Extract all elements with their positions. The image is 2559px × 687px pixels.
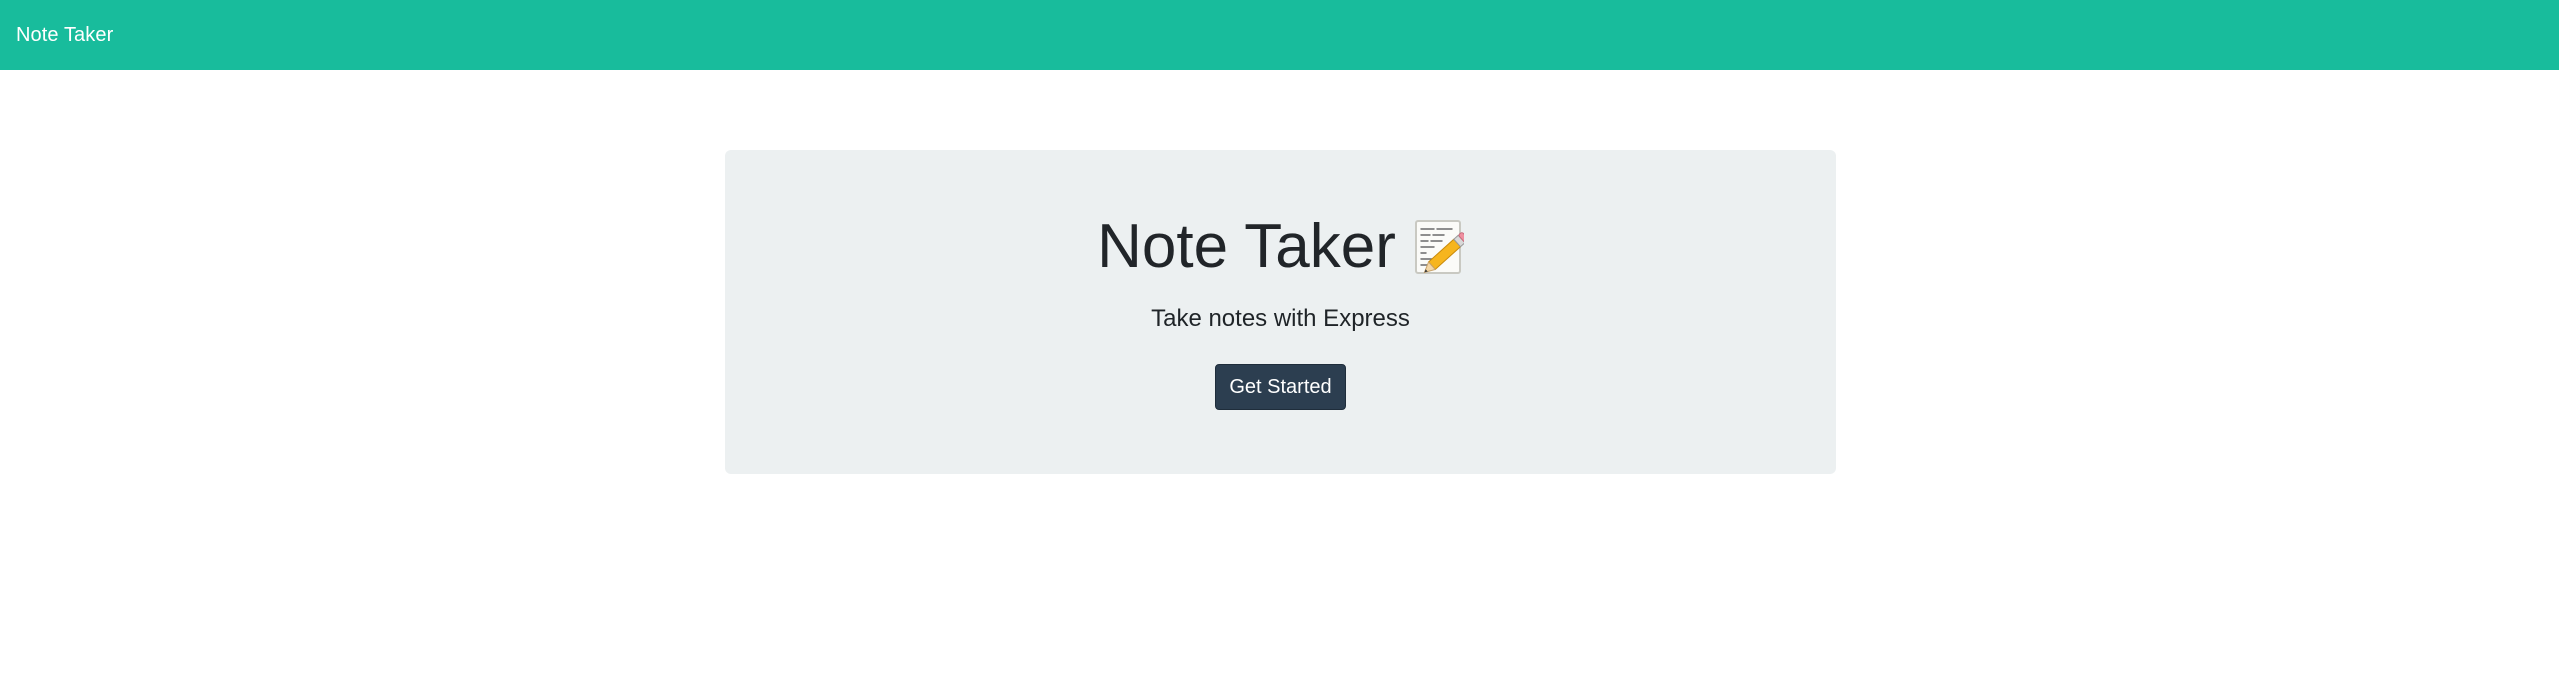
hero-subtitle: Take notes with Express [1151, 305, 1410, 332]
navbar-brand-link[interactable]: Note Taker [16, 24, 113, 47]
hero-card: Note Taker Take notes with Express Get S… [725, 150, 1836, 474]
top-navbar: Note Taker [0, 0, 2559, 70]
hero-title-row: Note Taker [725, 210, 1836, 284]
memo-pencil-icon [1414, 219, 1469, 275]
get-started-button[interactable]: Get Started [1215, 364, 1346, 410]
page-title: Note Taker [1097, 212, 1396, 281]
